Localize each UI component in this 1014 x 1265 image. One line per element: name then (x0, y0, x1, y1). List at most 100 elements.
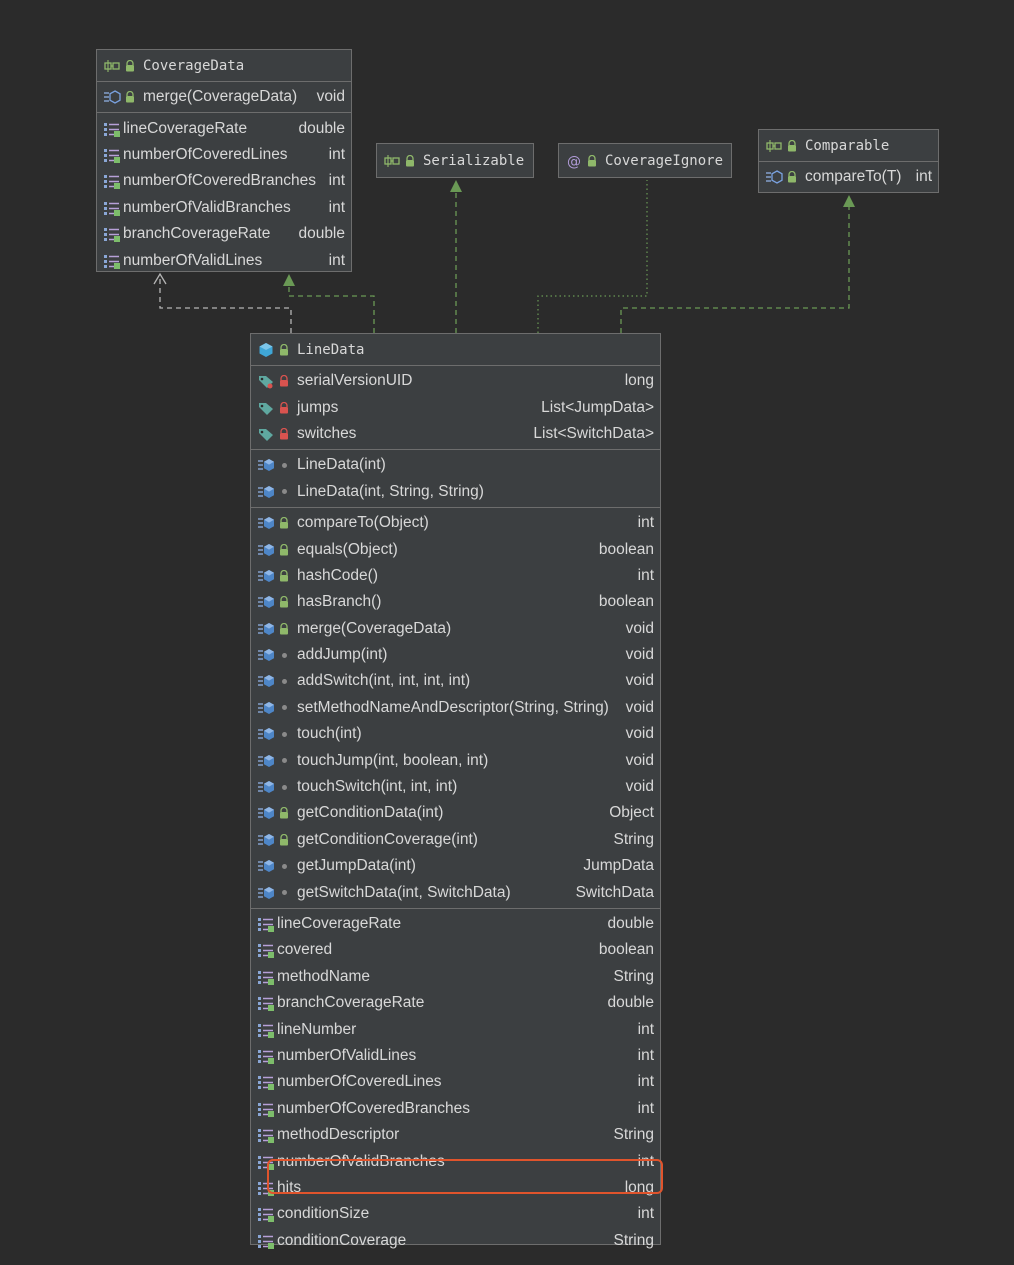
public-lock-icon (277, 541, 291, 559)
property-row[interactable]: conditionCoverage String (251, 1228, 660, 1254)
method-icon (257, 593, 275, 611)
method-row[interactable]: getConditionCoverage(int) String (251, 827, 660, 853)
field-icon (257, 372, 275, 390)
package-private-dot-icon (277, 646, 291, 664)
member-type: int (915, 168, 932, 186)
member-name: numberOfValidLines (123, 251, 263, 269)
method-icon (257, 725, 275, 743)
method-row[interactable]: merge(CoverageData) void (97, 84, 351, 110)
property-row[interactable]: lineCoverageRate double (251, 911, 660, 937)
method-row[interactable]: touchSwitch(int, int, int) void (251, 774, 660, 800)
member-type: int (328, 172, 345, 190)
member-name: touchJump(int, boolean, int) (297, 751, 489, 769)
method-row[interactable]: compareTo(Object) int (251, 510, 660, 536)
method-row[interactable]: hashCode() int (251, 563, 660, 589)
method-row[interactable]: addSwitch(int, int, int, int) void (251, 668, 660, 694)
property-row[interactable]: numberOfCoveredBranches int (251, 1096, 660, 1122)
coveragedata-methods-section: merge(CoverageData) void (97, 82, 351, 114)
property-icon (257, 1126, 275, 1144)
public-lock-icon (785, 137, 799, 155)
member-name: branchCoverageRate (123, 225, 271, 243)
property-row[interactable]: branchCoverageRate double (97, 221, 351, 247)
property-row[interactable]: numberOfValidLines int (97, 247, 351, 273)
method-row[interactable]: touchJump(int, boolean, int) void (251, 747, 660, 773)
constructor-icon (257, 456, 275, 474)
member-name: LineData(int) (297, 456, 386, 474)
member-name: numberOfCoveredLines (277, 1073, 442, 1091)
field-row[interactable]: switches List<SwitchData> (251, 421, 660, 447)
property-icon (257, 1205, 275, 1223)
svg-text:@: @ (567, 154, 581, 169)
linedata-fields-section: serialVersionUID long jumps List<JumpData> s… (251, 366, 660, 451)
method-row[interactable]: getJumpData(int) JumpData (251, 853, 660, 879)
method-icon (257, 514, 275, 532)
class-icon (257, 341, 275, 359)
member-name: lineNumber (277, 1020, 357, 1038)
method-row[interactable]: equals(Object) boolean (251, 536, 660, 562)
property-row[interactable]: lineNumber int (251, 1016, 660, 1042)
constructor-row[interactable]: LineData(int, String, String) (251, 479, 660, 505)
property-icon (257, 915, 275, 933)
property-row[interactable]: numberOfCoveredLines int (251, 1069, 660, 1095)
field-row[interactable]: serialVersionUID long (251, 368, 660, 394)
realization-arrowhead (283, 274, 295, 286)
method-row[interactable]: setMethodNameAndDescriptor(String, Strin… (251, 695, 660, 721)
property-row[interactable]: lineCoverageRate double (97, 115, 351, 141)
member-name: numberOfCoveredBranches (277, 1099, 470, 1117)
member-type: void (625, 778, 654, 796)
member-type: int (637, 1205, 654, 1223)
method-row[interactable]: merge(CoverageData) void (251, 616, 660, 642)
member-name: merge(CoverageData) (143, 88, 298, 106)
property-row[interactable]: numberOfValidBranches int (97, 195, 351, 221)
property-icon (103, 199, 121, 217)
method-row[interactable]: getSwitchData(int, SwitchData) SwitchData (251, 879, 660, 905)
member-type: double (298, 119, 345, 137)
property-row[interactable]: branchCoverageRate double (251, 990, 660, 1016)
public-lock-icon (277, 593, 291, 611)
member-type: int (637, 1099, 654, 1117)
member-name: getSwitchData(int, SwitchData) (297, 883, 511, 901)
property-icon (257, 1100, 275, 1118)
member-name: methodName (277, 967, 371, 985)
coveragedata-properties-section: lineCoverageRate double numberOfCoveredLin… (97, 113, 351, 275)
coveragedata-interface[interactable]: CoverageData merge(CoverageData) void lin… (96, 49, 352, 272)
member-name: touch(int) (297, 725, 362, 743)
member-name: getConditionData(int) (297, 804, 444, 822)
property-row[interactable]: covered boolean (251, 937, 660, 963)
property-row[interactable]: methodDescriptor String (251, 1122, 660, 1148)
member-name: compareTo(T) (805, 168, 902, 186)
property-icon (257, 1047, 275, 1065)
member-name: getConditionCoverage(int) (297, 830, 478, 848)
interface-icon (383, 152, 401, 170)
method-row[interactable]: touch(int) void (251, 721, 660, 747)
linedata-header: LineData (251, 334, 660, 366)
method-row[interactable]: getConditionData(int) Object (251, 800, 660, 826)
serializable-interface[interactable]: Serializable (376, 143, 534, 178)
method-icon (257, 567, 275, 585)
member-name: compareTo(Object) (297, 514, 429, 532)
linedata-methods-section: compareTo(Object) int equals(Object) boolea… (251, 508, 660, 909)
member-type: int (328, 251, 345, 269)
member-type: SwitchData (575, 883, 654, 901)
method-row[interactable]: addJump(int) void (251, 642, 660, 668)
property-row[interactable]: numberOfCoveredLines int (97, 142, 351, 168)
member-type: void (625, 698, 654, 716)
method-row[interactable]: hasBranch() boolean (251, 589, 660, 615)
comparable-interface[interactable]: Comparable compareTo(T) int (758, 129, 939, 193)
constructor-row[interactable]: LineData(int) (251, 452, 660, 478)
property-icon (257, 968, 275, 986)
field-row[interactable]: jumps List<JumpData> (251, 394, 660, 420)
method-icon (257, 884, 275, 902)
member-type: List<JumpData> (541, 398, 654, 416)
method-icon (257, 804, 275, 822)
coverageignore-annotation[interactable]: @ CoverageIgnore (558, 143, 732, 178)
property-row[interactable]: numberOfCoveredBranches int (97, 168, 351, 194)
property-row[interactable]: conditionSize int (251, 1201, 660, 1227)
member-type: double (607, 994, 654, 1012)
property-row[interactable]: numberOfValidLines int (251, 1043, 660, 1069)
method-row[interactable]: compareTo(T) int (759, 164, 938, 190)
property-row[interactable]: methodName String (251, 964, 660, 990)
edge-linedata-annotated-coverageignore (537, 180, 648, 333)
member-name: equals(Object) (297, 540, 398, 558)
linedata-class[interactable]: LineData serialVersionUID long jumps List<J… (250, 333, 661, 1249)
